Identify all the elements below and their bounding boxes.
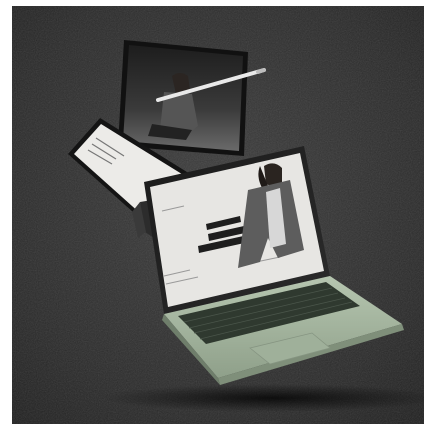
top-tablet <box>118 40 266 156</box>
mockup-illustration <box>12 6 424 424</box>
laptop-model-head <box>264 163 282 186</box>
stylus-tip <box>256 68 266 74</box>
mockup-photo <box>12 6 424 424</box>
image-frame <box>0 0 430 431</box>
